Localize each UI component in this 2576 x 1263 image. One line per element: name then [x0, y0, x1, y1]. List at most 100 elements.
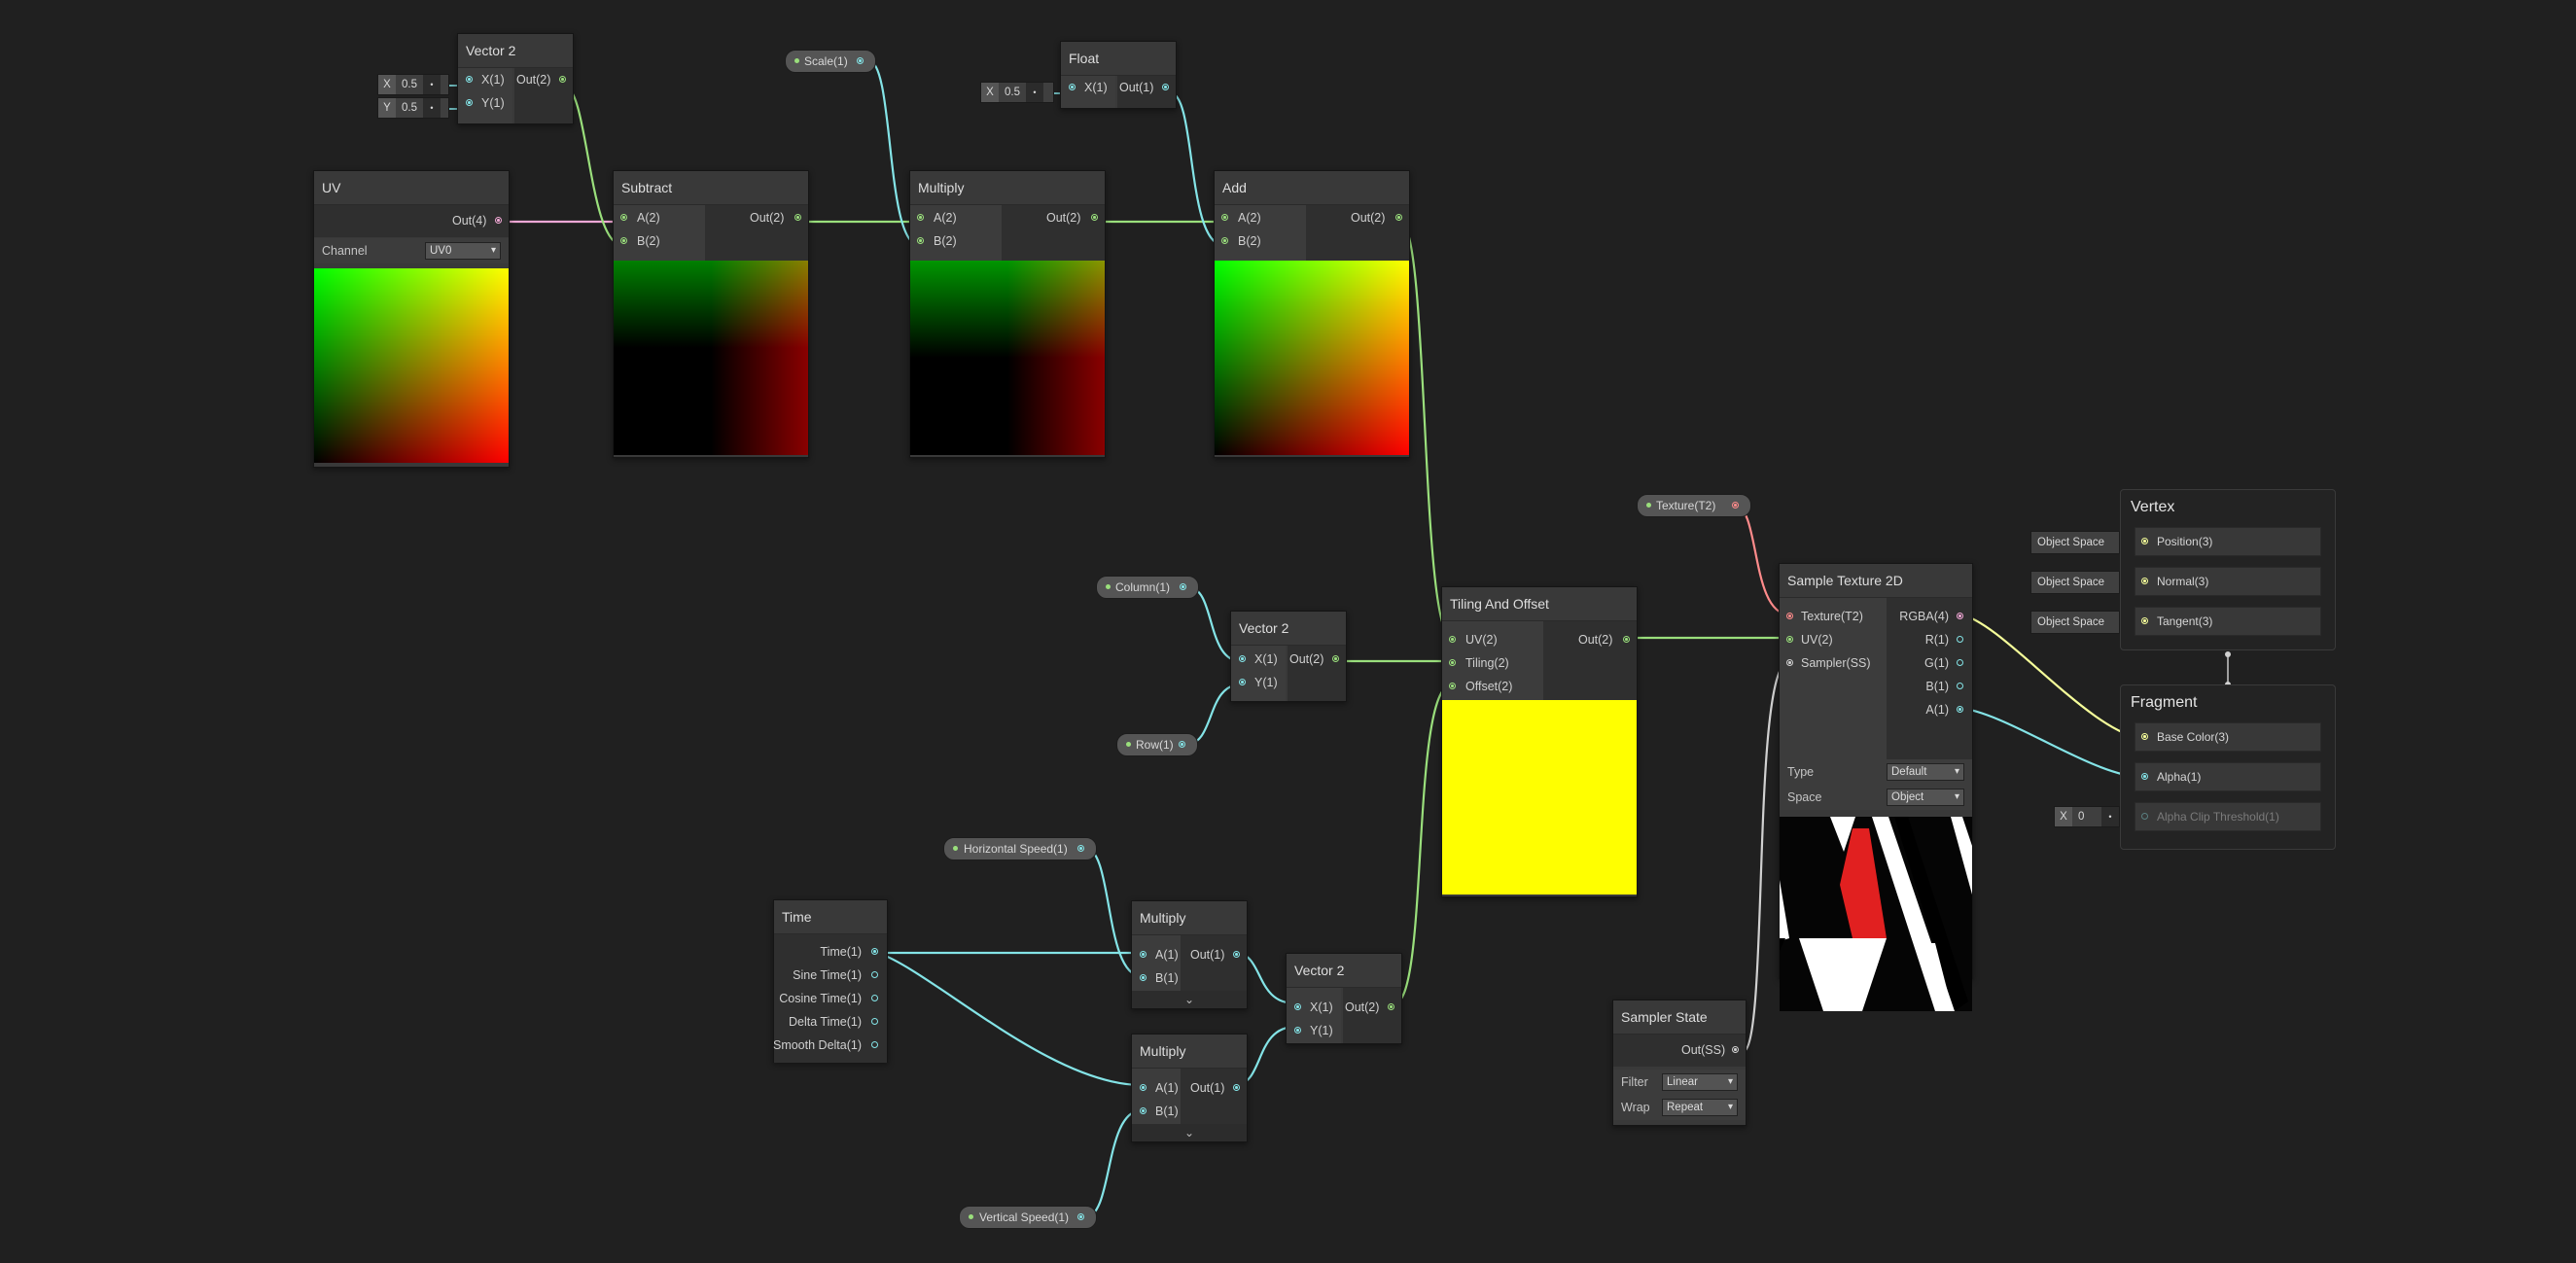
input-port-x[interactable] [1069, 84, 1076, 90]
sampler-state-node[interactable]: Sampler State Out(SS) Filter Linear Wrap… [1612, 1000, 1747, 1126]
wire-a-alpha[interactable] [1959, 706, 2146, 780]
base-color-port[interactable] [2141, 733, 2148, 740]
output-port-g[interactable] [1957, 659, 1963, 666]
input-port-b[interactable] [1140, 974, 1147, 981]
input-port-x[interactable] [1239, 655, 1246, 662]
input-port-b[interactable] [917, 237, 924, 244]
alpha-clip-x-field[interactable]: X 0 • [2054, 806, 2120, 827]
filter-dropdown[interactable]: Linear [1662, 1073, 1738, 1091]
horizontal-speed-output-port[interactable] [1077, 845, 1084, 852]
fragment-slot-alpha[interactable]: Alpha(1) [2135, 762, 2321, 791]
alpha-clip-port[interactable] [2141, 813, 2148, 820]
vertical-speed-property[interactable]: Vertical Speed(1) [959, 1206, 1097, 1229]
row-property[interactable]: Row(1) [1116, 733, 1198, 756]
vertex-context[interactable]: Vertex Position(3) Normal(3) Tangent(3) [2120, 489, 2336, 650]
output-port-smooth-delta[interactable] [871, 1041, 878, 1048]
input-port-a[interactable] [1140, 1084, 1147, 1091]
output-port-rgba[interactable] [1957, 613, 1963, 619]
vertex-slot-position[interactable]: Position(3) [2135, 527, 2321, 556]
input-port-x[interactable] [466, 76, 473, 83]
output-port[interactable] [559, 76, 566, 83]
space-dropdown[interactable]: Object [1887, 789, 1964, 806]
input-port-y[interactable] [1239, 679, 1246, 685]
output-port-time[interactable] [871, 948, 878, 955]
tangent-port[interactable] [2141, 617, 2148, 624]
alpha-port[interactable] [2141, 773, 2148, 780]
type-dropdown[interactable]: Default [1887, 763, 1964, 781]
subtract-node[interactable]: Subtract A(2) B(2) Out(2) [613, 170, 809, 458]
column-property[interactable]: Column(1) [1096, 576, 1199, 599]
output-port[interactable] [1091, 214, 1098, 221]
alpha-clip-value[interactable]: 0 [2072, 811, 2101, 823]
channel-dropdown[interactable]: UV0 [425, 242, 501, 260]
vertex-slot-normal[interactable]: Normal(3) [2135, 567, 2321, 596]
input-port-x[interactable] [1294, 1003, 1301, 1010]
input-port-a[interactable] [1140, 951, 1147, 958]
input-port-tiling[interactable] [1449, 659, 1456, 666]
vector2-x-field[interactable]: X 0.5 • [377, 74, 449, 95]
input-port-texture[interactable] [1786, 613, 1793, 619]
wire-time-multb[interactable] [877, 951, 1143, 1087]
multiply-node-a[interactable]: Multiply A(1) B(1) Out(1) ⌄ [1131, 900, 1248, 1009]
tiling-offset-node[interactable]: Tiling And Offset UV(2) Tiling(2) Offset… [1441, 586, 1638, 897]
output-port[interactable] [1332, 655, 1339, 662]
scale-property[interactable]: Scale(1) [785, 50, 876, 73]
output-port-b[interactable] [1957, 683, 1963, 689]
input-port-b[interactable] [620, 237, 627, 244]
output-port[interactable] [1162, 84, 1169, 90]
vector2-node-top[interactable]: Vector 2 X(1) Y(1) Out(2) [457, 33, 574, 124]
texture-output-port[interactable] [1732, 502, 1739, 509]
input-port-y[interactable] [466, 99, 473, 106]
add-node[interactable]: Add A(2) B(2) Out(2) [1214, 170, 1410, 458]
vector2-y-field[interactable]: Y 0.5 • [377, 97, 449, 119]
scale-output-port[interactable] [857, 57, 864, 64]
output-port[interactable] [1233, 951, 1240, 958]
multiply-node-b[interactable]: Multiply A(1) B(1) Out(1) ⌄ [1131, 1034, 1248, 1142]
input-port-y[interactable] [1294, 1027, 1301, 1034]
y-value[interactable]: 0.5 [396, 102, 423, 114]
wrap-dropdown[interactable]: Repeat [1662, 1099, 1738, 1116]
horizontal-speed-property[interactable]: Horizontal Speed(1) [943, 837, 1097, 860]
position-port[interactable] [2141, 538, 2148, 544]
output-port[interactable] [1623, 636, 1630, 643]
uv-node[interactable]: UV Out(4) Channel UV0 [313, 170, 510, 468]
input-port-sampler[interactable] [1786, 659, 1793, 666]
fragment-slot-alpha-clip[interactable]: Alpha Clip Threshold(1) [2135, 802, 2321, 831]
x-value[interactable]: 0.5 [999, 87, 1026, 98]
sample-texture-node[interactable]: Sample Texture 2D Texture(T2) UV(2) Samp… [1779, 563, 1973, 1011]
output-port[interactable] [1233, 1084, 1240, 1091]
collapse-chevron-icon[interactable]: ⌄ [1132, 991, 1247, 1008]
x-value[interactable]: 0.5 [396, 79, 423, 90]
output-port-a[interactable] [1957, 706, 1963, 713]
input-port-a[interactable] [1221, 214, 1228, 221]
input-port-uv[interactable] [1449, 636, 1456, 643]
input-port-b[interactable] [1221, 237, 1228, 244]
input-port-a[interactable] [620, 214, 627, 221]
vertex-slot-tangent[interactable]: Tangent(3) [2135, 607, 2321, 636]
output-port-r[interactable] [1957, 636, 1963, 643]
output-port[interactable] [794, 214, 801, 221]
output-port-cosine[interactable] [871, 995, 878, 1001]
normal-port[interactable] [2141, 578, 2148, 584]
fragment-context[interactable]: Fragment Base Color(3) Alpha(1) Alpha Cl… [2120, 684, 2336, 850]
input-port-b[interactable] [1140, 1107, 1147, 1114]
multiply-node-top[interactable]: Multiply A(2) B(2) Out(2) [909, 170, 1106, 458]
fragment-slot-base-color[interactable]: Base Color(3) [2135, 722, 2321, 752]
column-output-port[interactable] [1180, 583, 1186, 590]
input-port-a[interactable] [917, 214, 924, 221]
output-port[interactable] [495, 217, 502, 224]
float-node[interactable]: Float X(1) Out(1) [1060, 41, 1177, 109]
row-output-port[interactable] [1179, 741, 1185, 748]
texture-property[interactable]: Texture(T2) [1637, 494, 1751, 517]
float-x-field[interactable]: X 0.5 • [980, 82, 1054, 103]
vector2-node-mid[interactable]: Vector 2 X(1) Y(1) Out(2) [1230, 611, 1347, 702]
vertical-speed-output-port[interactable] [1077, 1213, 1084, 1220]
vector2-node-bottom[interactable]: Vector 2 X(1) Y(1) Out(2) [1286, 953, 1402, 1044]
input-port-uv[interactable] [1786, 636, 1793, 643]
output-port-sine[interactable] [871, 971, 878, 978]
output-port-delta[interactable] [871, 1018, 878, 1025]
output-port[interactable] [1388, 1003, 1394, 1010]
time-node[interactable]: Time Time(1) Sine Time(1) Cosine Time(1)… [773, 899, 888, 1063]
output-port[interactable] [1732, 1046, 1739, 1053]
output-port[interactable] [1395, 214, 1402, 221]
